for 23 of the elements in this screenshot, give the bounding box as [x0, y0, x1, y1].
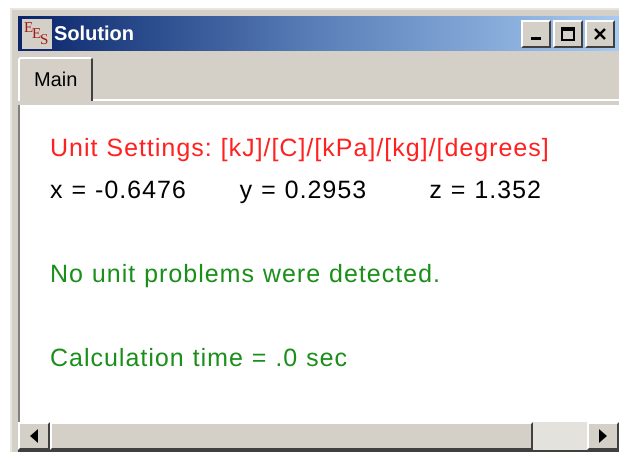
minimize-button[interactable]	[521, 20, 551, 48]
logo-letter: E	[24, 20, 34, 36]
variable-value: y = 0.2953	[240, 175, 368, 206]
window-title: Solution	[54, 22, 134, 46]
tab[interactable]: Main	[18, 57, 94, 101]
close-button[interactable]	[585, 20, 615, 48]
solution-line: Unit Settings: [kJ]/[C]/[kPa]/[kg]/[degrees]	[50, 133, 550, 164]
right-arrow-icon	[599, 429, 607, 443]
solution-line: Calculation time = .0 sec	[50, 343, 348, 374]
variable-value: x = -0.6476	[50, 175, 188, 206]
close-icon	[592, 26, 608, 42]
scroll-right-button[interactable]	[587, 422, 619, 450]
maximize-icon	[560, 26, 576, 42]
scroll-left-button[interactable]	[18, 422, 50, 450]
logo-letter: S	[40, 32, 48, 48]
variable-value: z = 1.352	[429, 175, 543, 206]
logo-letter: E	[32, 26, 42, 42]
left-arrow-icon	[30, 429, 38, 443]
scroll-thumb[interactable]	[50, 422, 534, 450]
minimize-icon	[531, 37, 541, 40]
solution-line: No unit problems were detected.	[50, 259, 441, 290]
maximize-button[interactable]	[553, 20, 583, 48]
horizontal-scrollbar[interactable]	[18, 422, 619, 452]
